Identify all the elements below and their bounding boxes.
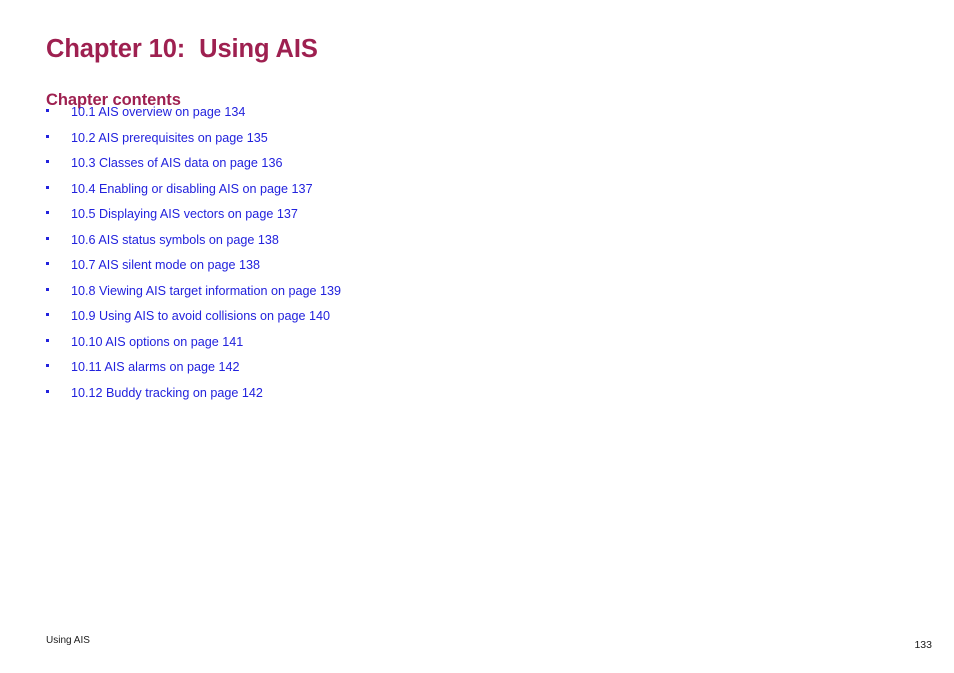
square-bullet-icon (46, 338, 49, 342)
list-item[interactable]: 10.6 AIS status symbols on page 138 (46, 233, 646, 259)
list-item[interactable]: 10.8 Viewing AIS target information on p… (46, 284, 646, 310)
square-bullet-icon (46, 287, 49, 291)
list-item[interactable]: 10.4 Enabling or disabling AIS on page 1… (46, 182, 646, 208)
chapter-contents-list: 10.1 AIS overview on page 134 10.2 AIS p… (46, 105, 646, 411)
toc-link[interactable]: 10.1 AIS overview on page 134 (71, 105, 245, 120)
list-item[interactable]: 10.5 Displaying AIS vectors on page 137 (46, 207, 646, 233)
square-bullet-icon (46, 236, 49, 240)
toc-link[interactable]: 10.4 Enabling or disabling AIS on page 1… (71, 182, 313, 197)
list-item[interactable]: 10.11 AIS alarms on page 142 (46, 360, 646, 386)
list-item[interactable]: 10.12 Buddy tracking on page 142 (46, 386, 646, 412)
square-bullet-icon (46, 109, 49, 112)
toc-link[interactable]: 10.3 Classes of AIS data on page 136 (71, 156, 282, 171)
square-bullet-icon (46, 262, 49, 265)
toc-link[interactable]: 10.2 AIS prerequisites on page 135 (71, 131, 268, 146)
list-item[interactable]: 10.2 AIS prerequisites on page 135 (46, 131, 646, 157)
footer-running-head: Using AIS (46, 635, 90, 646)
footer-page-number: 133 (914, 639, 932, 651)
square-bullet-icon (46, 389, 49, 393)
toc-link[interactable]: 10.10 AIS options on page 141 (71, 335, 243, 350)
square-bullet-icon (46, 134, 49, 138)
square-bullet-icon (46, 185, 49, 189)
list-item[interactable]: 10.9 Using AIS to avoid collisions on pa… (46, 309, 646, 335)
square-bullet-icon (46, 160, 49, 163)
toc-link[interactable]: 10.8 Viewing AIS target information on p… (71, 284, 341, 299)
toc-link[interactable]: 10.9 Using AIS to avoid collisions on pa… (71, 309, 330, 324)
square-bullet-icon (46, 364, 49, 367)
list-item[interactable]: 10.7 AIS silent mode on page 138 (46, 258, 646, 284)
list-item[interactable]: 10.10 AIS options on page 141 (46, 335, 646, 361)
square-bullet-icon (46, 313, 49, 316)
list-item[interactable]: 10.1 AIS overview on page 134 (46, 105, 646, 131)
toc-link[interactable]: 10.12 Buddy tracking on page 142 (71, 386, 263, 401)
toc-link[interactable]: 10.11 AIS alarms on page 142 (71, 360, 240, 375)
square-bullet-icon (46, 211, 49, 214)
page-title: Chapter 10: Using AIS (46, 35, 318, 64)
toc-link[interactable]: 10.5 Displaying AIS vectors on page 137 (71, 207, 298, 222)
list-item[interactable]: 10.3 Classes of AIS data on page 136 (46, 156, 646, 182)
toc-link[interactable]: 10.7 AIS silent mode on page 138 (71, 258, 260, 273)
document-page: Chapter 10: Using AIS Chapter contents 1… (0, 0, 954, 673)
toc-link[interactable]: 10.6 AIS status symbols on page 138 (71, 233, 279, 248)
